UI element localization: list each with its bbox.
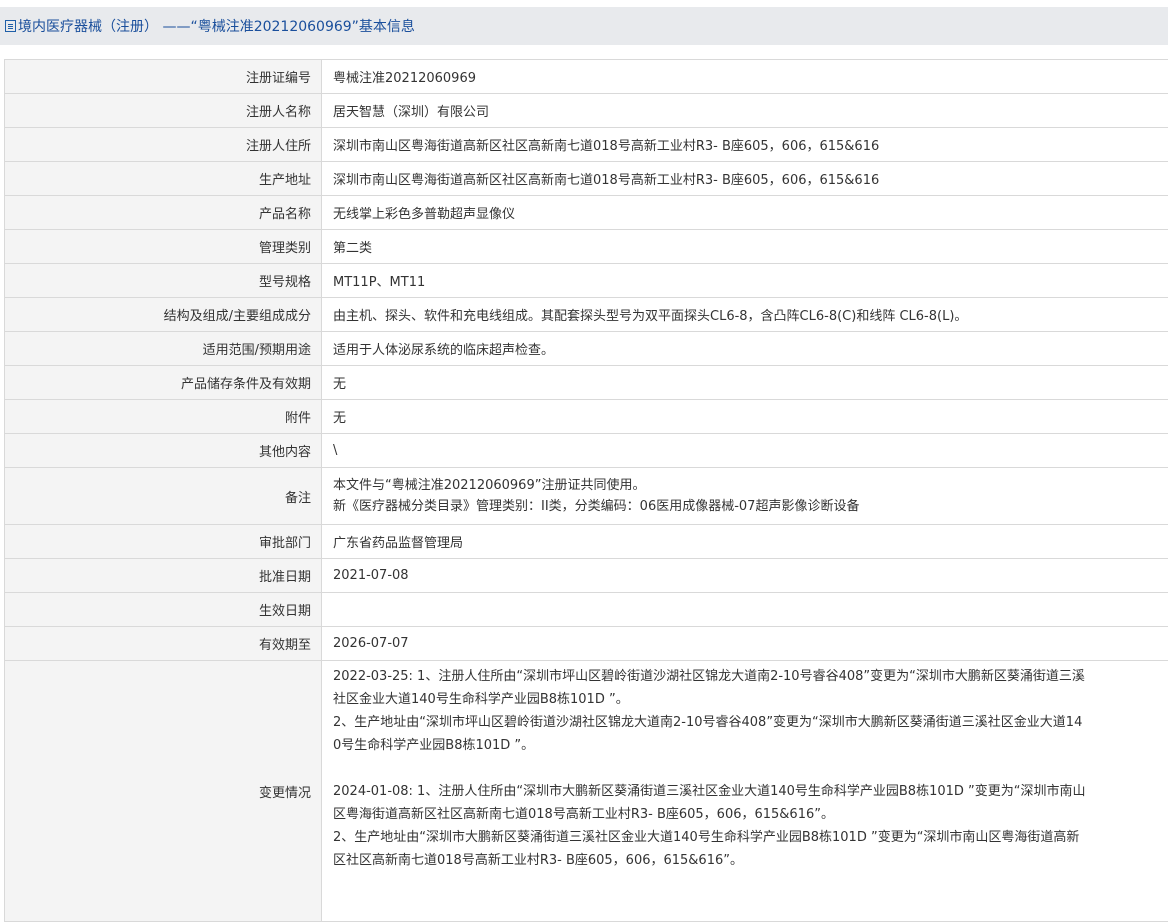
field-label: 注册人名称 — [5, 94, 322, 127]
field-label: 结构及组成/主要组成成分 — [5, 298, 322, 331]
table-row: 生产地址 深圳市南山区粤海街道高新区社区高新南七道018号高新工业村R3- B座… — [5, 162, 1168, 196]
field-label: 其他内容 — [5, 434, 322, 467]
field-label: 备注 — [5, 468, 322, 524]
remarks-line: 本文件与“粤械注准20212060969”注册证共同使用。 — [333, 478, 646, 493]
remarks-line: 新《医疗器械分类目录》管理类别：II类，分类编码：06医用成像器械-07超声影像… — [333, 499, 860, 514]
table-row: 注册人住所 深圳市南山区粤海街道高新区社区高新南七道018号高新工业村R3- B… — [5, 128, 1168, 162]
table-row: 产品名称 无线掌上彩色多普勒超声显像仪 — [5, 196, 1168, 230]
table-row: 注册人名称 居天智慧（深圳）有限公司 — [5, 94, 1168, 128]
field-label: 注册证编号 — [5, 60, 322, 93]
change-line: 区社区高新南七道018号高新工业村R3- B座605，606，615&616”。 — [333, 853, 743, 868]
field-value: 2021-07-08 — [333, 568, 409, 583]
field-label: 审批部门 — [5, 525, 322, 558]
field-label: 产品名称 — [5, 196, 322, 229]
field-value: 由主机、探头、软件和充电线组成。其配套探头型号为双平面探头CL6-8，含凸阵CL… — [333, 309, 968, 324]
table-row: 批准日期 2021-07-08 — [5, 559, 1168, 593]
field-label: 产品储存条件及有效期 — [5, 366, 322, 399]
field-label: 管理类别 — [5, 230, 322, 263]
table-row: 型号规格 MT11P、MT11 — [5, 264, 1168, 298]
page-header: 境内医疗器械（注册） ——“粤械注准20212060969”基本信息 — [0, 7, 1168, 45]
field-value: 居天智慧（深圳）有限公司 — [333, 105, 490, 120]
field-label: 注册人住所 — [5, 128, 322, 161]
field-value — [322, 593, 1168, 626]
table-row-changes: 变更情况 2022-03-25: 1、注册人住所由“深圳市坪山区碧岭街道沙湖社区… — [5, 661, 1168, 922]
field-value: \ — [333, 443, 338, 458]
remarks-value: 本文件与“粤械注准20212060969”注册证共同使用。 新《医疗器械分类目录… — [322, 468, 1168, 524]
table-row: 附件 无 — [5, 400, 1168, 434]
change-line: 2022-03-25: 1、注册人住所由“深圳市坪山区碧岭街道沙湖社区锦龙大道南… — [333, 669, 1085, 684]
field-value: 无 — [333, 411, 347, 426]
field-value: 适用于人体泌尿系统的临床超声检查。 — [333, 343, 555, 358]
field-value: MT11P、MT11 — [333, 275, 426, 290]
page-title: 境内医疗器械（注册） ——“粤械注准20212060969”基本信息 — [18, 19, 415, 35]
change-spacer — [333, 757, 1159, 780]
field-value: 深圳市南山区粤海街道高新区社区高新南七道018号高新工业村R3- B座605，6… — [333, 139, 880, 154]
field-label: 附件 — [5, 400, 322, 433]
field-label: 适用范围/预期用途 — [5, 332, 322, 365]
table-row: 结构及组成/主要组成成分 由主机、探头、软件和充电线组成。其配套探头型号为双平面… — [5, 298, 1168, 332]
changes-value: 2022-03-25: 1、注册人住所由“深圳市坪山区碧岭街道沙湖社区锦龙大道南… — [322, 661, 1168, 921]
change-line: 区粤海街道高新区社区高新南七道018号高新工业村R3- B座605，606，61… — [333, 807, 834, 822]
change-line: 2、生产地址由“深圳市大鹏新区葵涌街道三溪社区金业大道140号生命科学产业园B8… — [333, 830, 1080, 845]
field-label: 型号规格 — [5, 264, 322, 297]
table-row: 注册证编号 粤械注准20212060969 — [5, 60, 1168, 94]
table-row-remarks: 备注 本文件与“粤械注准20212060969”注册证共同使用。 新《医疗器械分… — [5, 468, 1168, 525]
field-label: 生效日期 — [5, 593, 322, 626]
table-row: 管理类别 第二类 — [5, 230, 1168, 264]
document-icon — [5, 20, 16, 32]
info-table: 注册证编号 粤械注准20212060969 注册人名称 居天智慧（深圳）有限公司… — [4, 59, 1168, 922]
field-value: 无 — [333, 377, 347, 392]
table-row: 适用范围/预期用途 适用于人体泌尿系统的临床超声检查。 — [5, 332, 1168, 366]
change-line: 0号生命科学产业园B8栋101D ”。 — [333, 738, 535, 753]
table-row: 审批部门 广东省药品监督管理局 — [5, 525, 1168, 559]
field-value: 无线掌上彩色多普勒超声显像仪 — [333, 207, 516, 222]
table-row: 产品储存条件及有效期 无 — [5, 366, 1168, 400]
table-row: 其他内容 \ — [5, 434, 1168, 468]
field-value: 深圳市南山区粤海街道高新区社区高新南七道018号高新工业村R3- B座605，6… — [333, 173, 880, 188]
table-row: 生效日期 — [5, 593, 1168, 627]
change-line: 2、生产地址由“深圳市坪山区碧岭街道沙湖社区锦龙大道南2-10号睿谷408”变更… — [333, 715, 1083, 730]
field-label: 有效期至 — [5, 627, 322, 660]
field-label: 批准日期 — [5, 559, 322, 592]
field-value: 2026-07-07 — [333, 636, 409, 651]
field-value: 广东省药品监督管理局 — [333, 536, 464, 551]
field-value: 第二类 — [333, 241, 373, 256]
change-line: 社区金业大道140号生命科学产业园B8栋101D ”。 — [333, 692, 629, 707]
table-row: 有效期至 2026-07-07 — [5, 627, 1168, 661]
field-label: 生产地址 — [5, 162, 322, 195]
field-label: 变更情况 — [5, 661, 322, 921]
field-value: 粤械注准20212060969 — [333, 71, 476, 86]
change-line: 2024-01-08: 1、注册人住所由“深圳市大鹏新区葵涌街道三溪社区金业大道… — [333, 784, 1086, 799]
